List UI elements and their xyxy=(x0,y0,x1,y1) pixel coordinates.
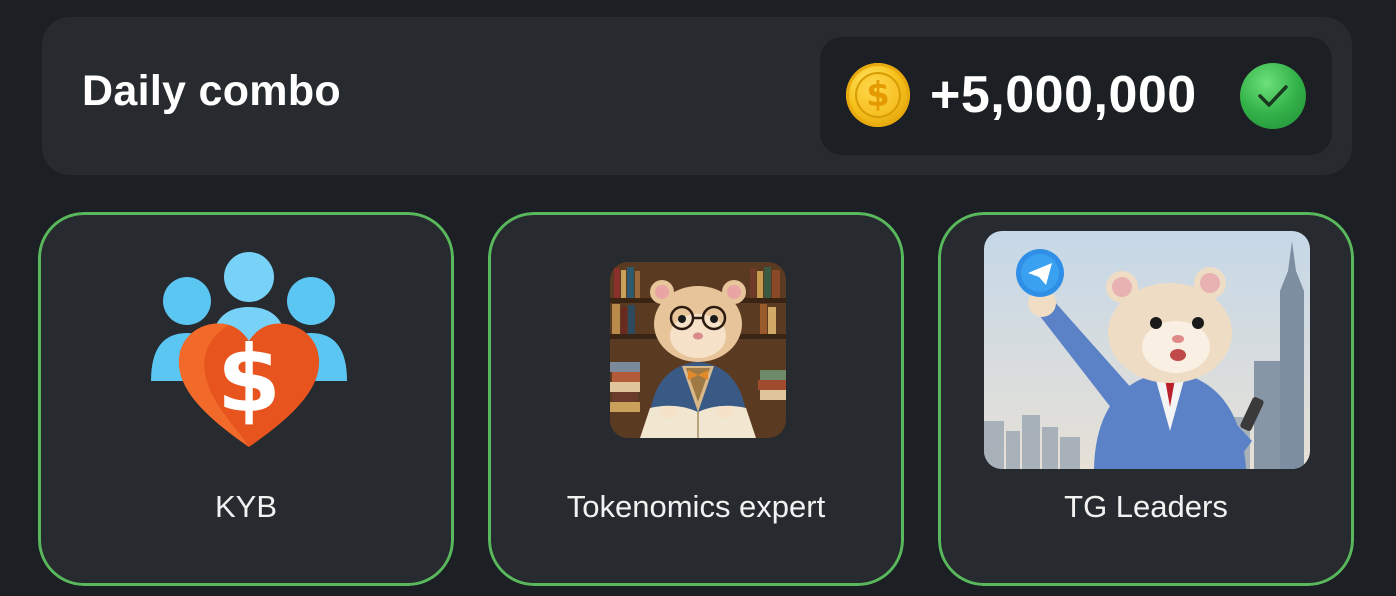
svg-text:$: $ xyxy=(217,326,281,433)
combo-card-tg-leaders[interactable]: TG Leaders xyxy=(938,212,1354,586)
check-icon xyxy=(1240,63,1306,129)
reward-amount: +5,000,000 xyxy=(930,66,1197,124)
gold-coin-icon: $ xyxy=(846,63,910,127)
combo-card-tokenomics-expert[interactable]: Tokenomics expert xyxy=(488,212,904,586)
hamster-reading-books-image xyxy=(610,262,786,438)
page-title: Daily combo xyxy=(82,67,341,115)
daily-combo-header: Daily combo $ +5,000,000 xyxy=(42,17,1352,175)
card-label: KYB xyxy=(214,489,278,524)
hamster-telegram-skyscraper-image xyxy=(984,231,1310,469)
card-label: TG Leaders xyxy=(1064,489,1228,524)
card-label: Tokenomics expert xyxy=(566,489,826,524)
reward-badge: $ +5,000,000 xyxy=(820,37,1332,155)
people-heart-dollar-icon: $ xyxy=(149,251,349,451)
combo-card-kyb[interactable]: $ KYB xyxy=(38,212,454,586)
